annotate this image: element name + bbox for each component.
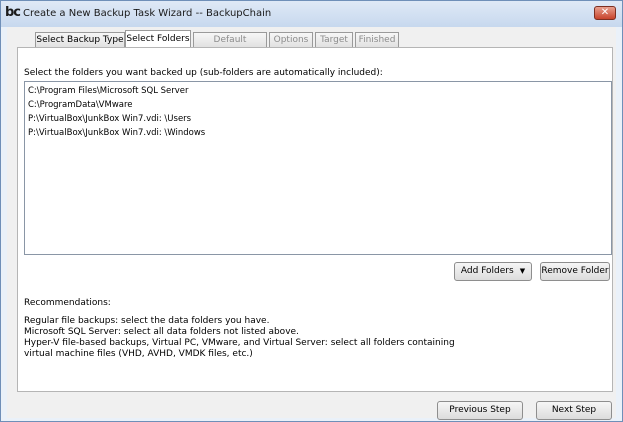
instruction-text: Select the folders you want backed up (s… (24, 68, 383, 78)
list-item[interactable]: C:\Program Files\Microsoft SQL Server (28, 84, 608, 98)
tab-options[interactable]: Options (269, 32, 313, 47)
recommendations-text: Regular file backups: select the data fo… (24, 316, 455, 360)
recommendation-line: virtual machine files (VHD, AVHD, VMDK f… (24, 349, 253, 359)
close-button[interactable]: ✕ (594, 6, 616, 20)
backupchain-logo: bc (5, 5, 21, 20)
tab-finished[interactable]: Finished (355, 32, 399, 47)
close-icon: ✕ (600, 7, 610, 18)
title-bar: bc Create a New Backup Task Wizard -- Ba… (1, 1, 622, 27)
next-step-button[interactable]: Next Step (536, 401, 612, 420)
add-folders-label: Add Folders (460, 266, 514, 276)
wizard-client-area: Select Backup Type Select Folders Defaul… (7, 27, 616, 420)
add-folders-button[interactable]: Add Folders ▼ (454, 262, 532, 281)
previous-step-button[interactable]: Previous Step (437, 401, 523, 420)
recommendation-line: Regular file backups: select the data fo… (24, 316, 270, 326)
recommendation-line: Hyper-V file-based backups, Virtual PC, … (24, 338, 455, 348)
dropdown-arrow-icon: ▼ (519, 267, 526, 275)
tab-target[interactable]: Target (315, 32, 353, 47)
select-folders-panel: Select the folders you want backed up (s… (17, 47, 613, 392)
recommendations-heading: Recommendations: (24, 298, 111, 308)
list-item[interactable]: P:\VirtualBox\JunkBox Win7.vdi: \Windows (28, 126, 608, 140)
list-item[interactable]: C:\ProgramData\VMware (28, 98, 608, 112)
recommendation-line: Microsoft SQL Server: select all data fo… (24, 327, 299, 337)
tab-select-folders[interactable]: Select Folders (125, 30, 191, 48)
window-title: Create a New Backup Task Wizard -- Backu… (23, 8, 272, 19)
wizard-window: bc Create a New Backup Task Wizard -- Ba… (0, 0, 623, 422)
folder-list[interactable]: C:\Program Files\Microsoft SQL Server C:… (24, 81, 612, 255)
list-item[interactable]: P:\VirtualBox\JunkBox Win7.vdi: \Users (28, 112, 608, 126)
tab-default-settings[interactable]: Default Settings (193, 32, 267, 59)
remove-folder-button[interactable]: Remove Folder (540, 262, 610, 281)
tab-select-backup-type[interactable]: Select Backup Type (35, 32, 125, 47)
